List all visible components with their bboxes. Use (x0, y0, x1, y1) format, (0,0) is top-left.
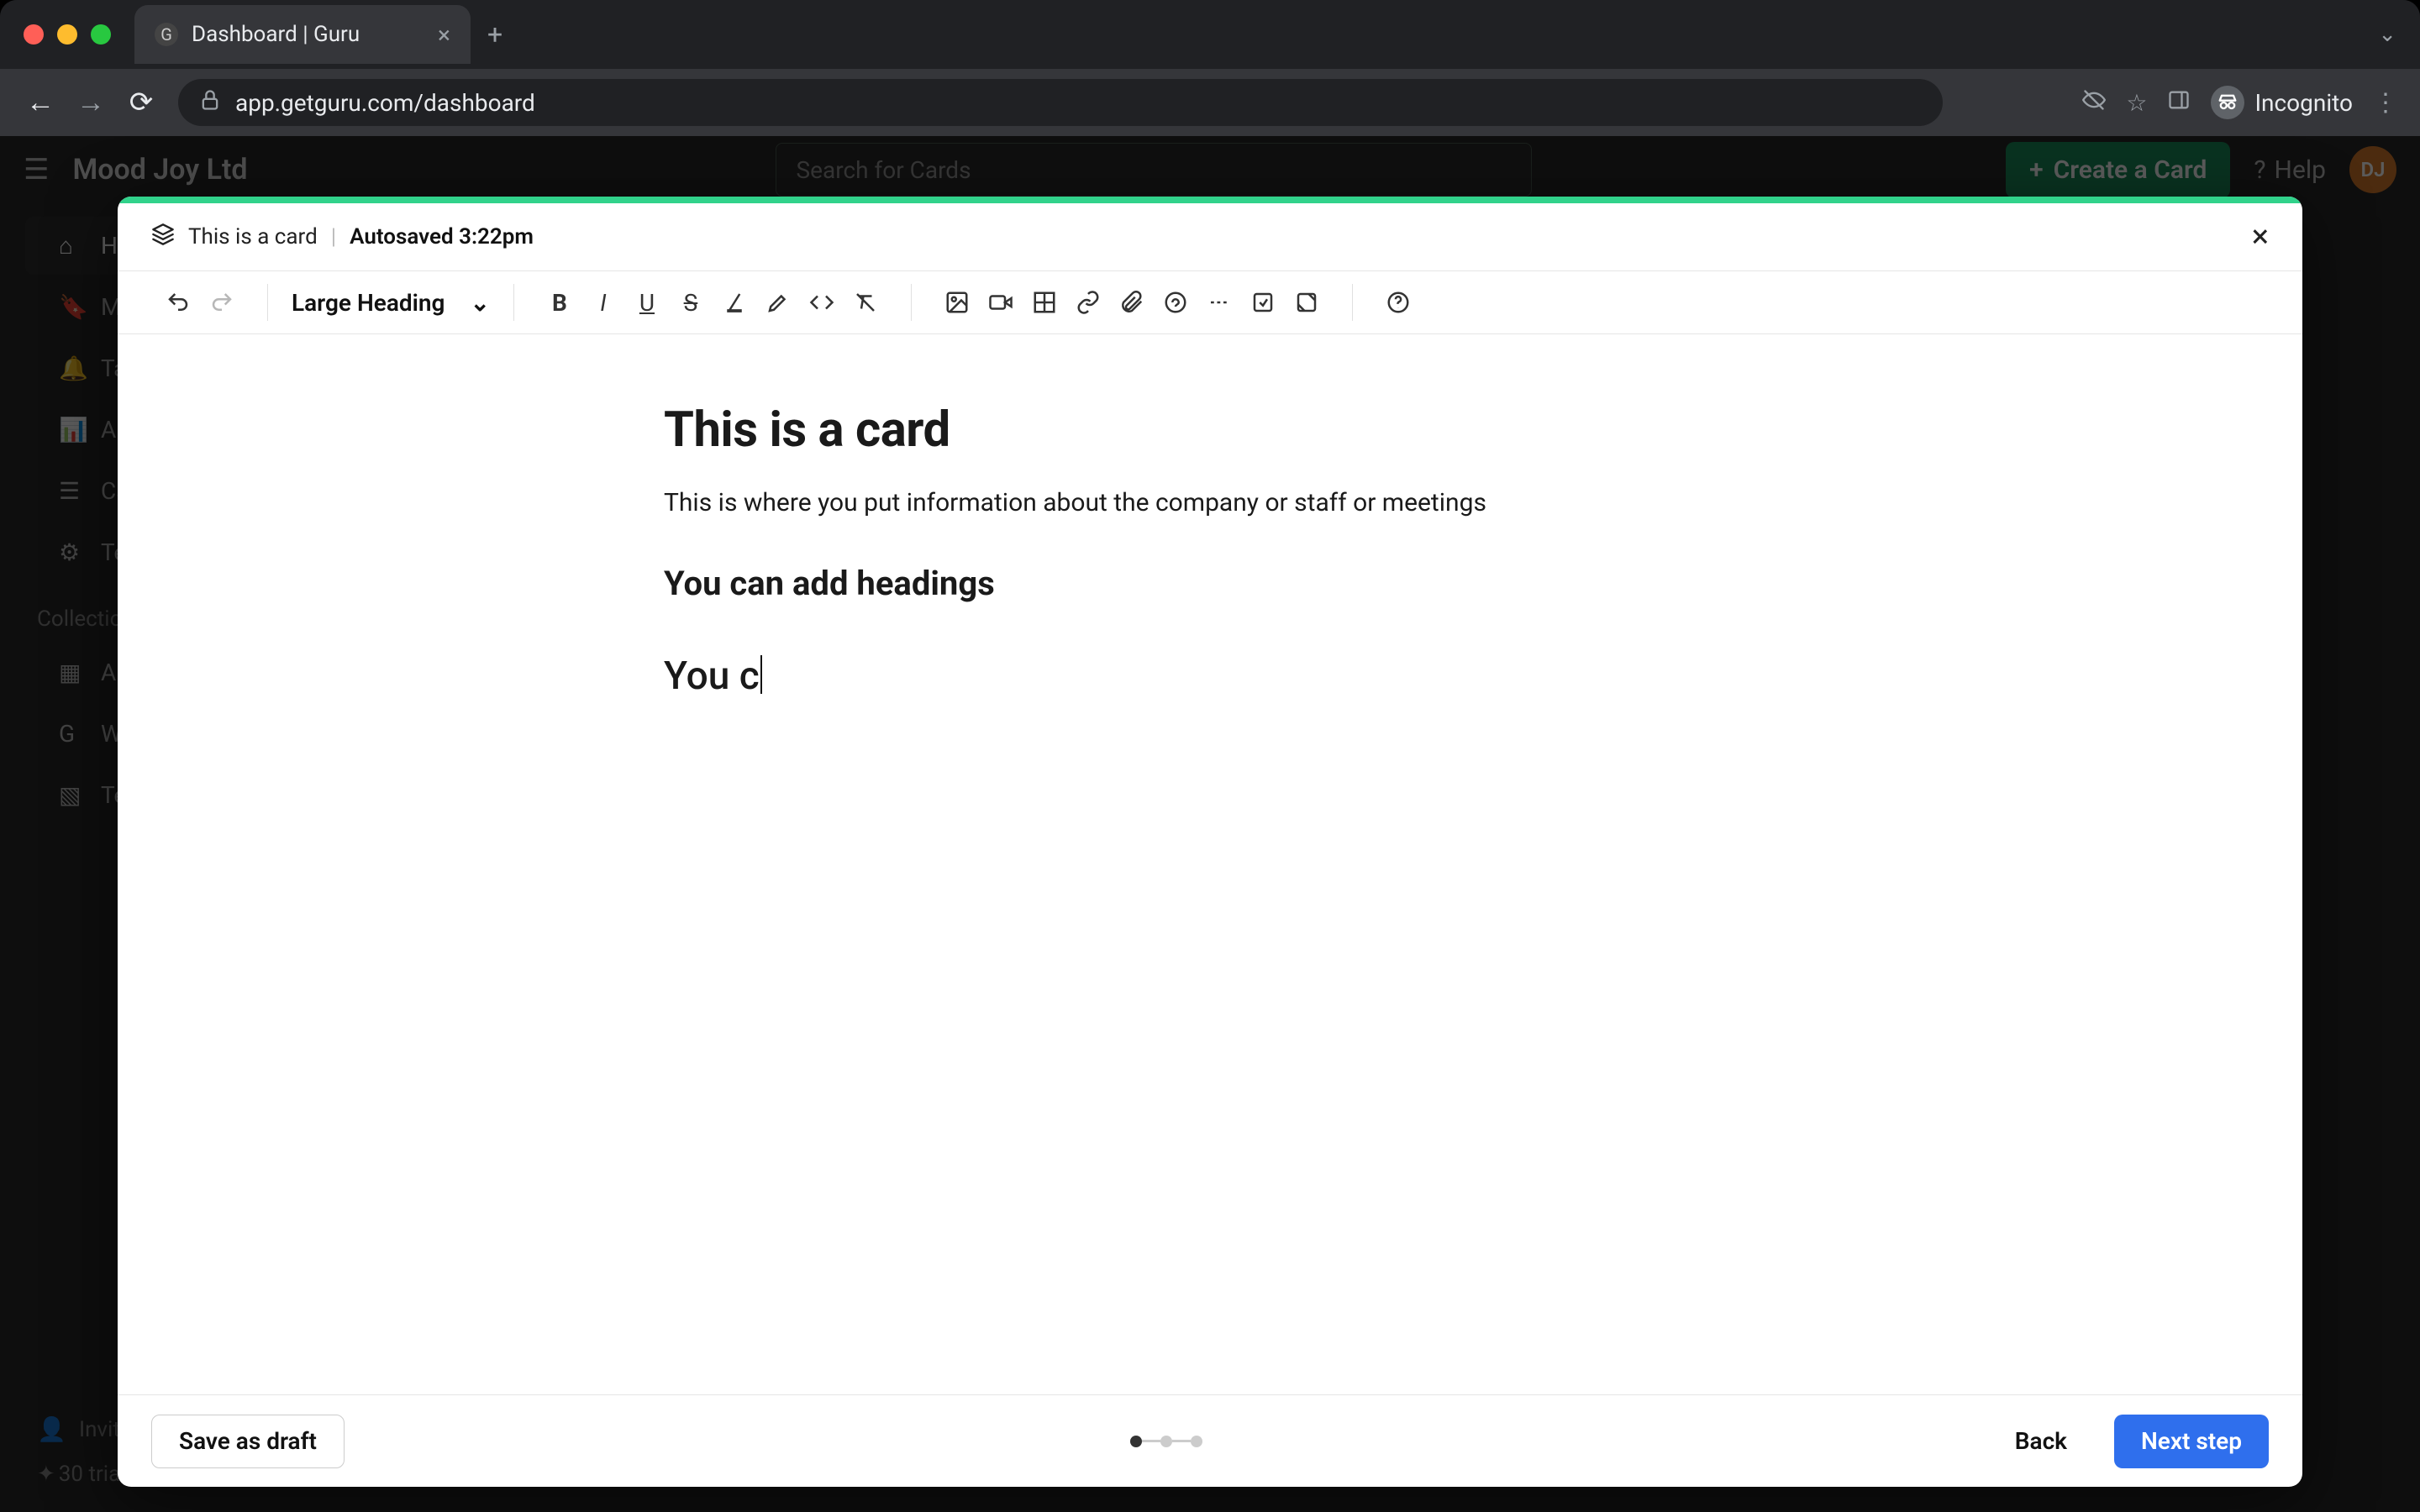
chrome-tab-strip: G Dashboard | Guru × + ⌄ (0, 0, 2420, 69)
guru-card-button[interactable] (1155, 282, 1196, 323)
modal-accent-bar (118, 197, 2302, 203)
divider-button[interactable] (1199, 282, 1239, 323)
bold-button[interactable]: B (539, 282, 580, 323)
browser-menu-icon[interactable]: ⋮ (2373, 88, 2400, 118)
star-icon[interactable]: ☆ (2126, 89, 2147, 117)
card-paragraph[interactable]: This is where you put information about … (664, 484, 1756, 522)
address-bar[interactable]: app.getguru.com/dashboard (178, 79, 1943, 126)
card-heading-2[interactable]: You can add headings (664, 564, 1756, 603)
block-button[interactable] (1243, 282, 1283, 323)
tab-title: Dashboard | Guru (192, 22, 360, 47)
iframe-button[interactable] (1286, 282, 1327, 323)
highlight-button[interactable] (758, 282, 798, 323)
italic-button[interactable]: I (583, 282, 623, 323)
back-button[interactable]: ← (20, 86, 60, 119)
incognito-label: Incognito (2254, 89, 2353, 117)
fullscreen-window-icon[interactable] (91, 24, 111, 45)
chrome-toolbar: ← → ⟳ app.getguru.com/dashboard ☆ Incogn… (0, 69, 2420, 136)
card-editing-line[interactable]: You c (664, 654, 760, 699)
next-step-label: Next step (2141, 1427, 2242, 1455)
back-button[interactable]: Back (1988, 1415, 2094, 1468)
browser-window: G Dashboard | Guru × + ⌄ ← → ⟳ app.getgu… (0, 0, 2420, 1512)
breadcrumb-card-title[interactable]: This is a card (188, 224, 318, 249)
new-tab-button[interactable]: + (487, 18, 502, 50)
strikethrough-button[interactable]: S (671, 282, 711, 323)
minimize-window-icon[interactable] (57, 24, 77, 45)
toolbar-help-button[interactable] (1378, 282, 1418, 323)
next-step-button[interactable]: Next step (2114, 1415, 2269, 1468)
browser-tab[interactable]: G Dashboard | Guru × (134, 5, 471, 64)
video-button[interactable] (981, 282, 1021, 323)
clear-format-button[interactable] (845, 282, 886, 323)
modal-footer: Save as draft Back Next step (118, 1394, 2302, 1487)
breadcrumb: This is a card | Autosaved 3:22pm (151, 223, 534, 252)
autosaved-label: Autosaved 3:22pm (350, 224, 534, 249)
breadcrumb-divider: | (331, 224, 336, 249)
save-draft-label: Save as draft (179, 1427, 317, 1455)
text-color-button[interactable] (714, 282, 755, 323)
editor-toolbar: Large Heading ⌄ B I U S (118, 270, 2302, 334)
attachment-button[interactable] (1112, 282, 1152, 323)
close-tab-icon[interactable]: × (438, 21, 450, 49)
url-text: app.getguru.com/dashboard (235, 89, 535, 117)
incognito-chip[interactable]: Incognito (2211, 86, 2353, 119)
chrome-actions: ☆ Incognito ⋮ (2082, 86, 2400, 119)
layers-icon (151, 223, 175, 252)
table-button[interactable] (1024, 282, 1065, 323)
close-modal-button[interactable]: × (2252, 218, 2269, 255)
step-indicator (1130, 1436, 1202, 1447)
back-label: Back (2015, 1427, 2067, 1455)
step-dot-1 (1130, 1436, 1142, 1447)
editor-body[interactable]: This is a card This is where you put inf… (118, 334, 2302, 1394)
underline-button[interactable]: U (627, 282, 667, 323)
text-style-value: Large Heading (292, 289, 445, 317)
document[interactable]: This is a card This is where you put inf… (664, 402, 1756, 699)
image-button[interactable] (937, 282, 977, 323)
window-controls (24, 24, 111, 45)
incognito-icon (2211, 86, 2244, 119)
card-editor-modal: This is a card | Autosaved 3:22pm × Larg… (118, 197, 2302, 1487)
link-button[interactable] (1068, 282, 1108, 323)
chevron-down-icon: ⌄ (470, 289, 489, 317)
panel-icon[interactable] (2167, 88, 2191, 118)
undo-button[interactable] (158, 282, 198, 323)
tab-favicon-icon: G (155, 23, 178, 46)
redo-button[interactable] (202, 282, 242, 323)
step-line (1172, 1440, 1191, 1442)
chevron-down-icon[interactable]: ⌄ (2378, 22, 2396, 47)
eye-off-icon[interactable] (2082, 88, 2106, 118)
step-line (1142, 1440, 1160, 1442)
step-dot-2 (1160, 1436, 1172, 1447)
code-button[interactable] (802, 282, 842, 323)
text-caret (760, 655, 762, 694)
text-style-dropdown[interactable]: Large Heading ⌄ (280, 282, 502, 323)
lock-icon (198, 88, 222, 117)
step-dot-3 (1191, 1436, 1202, 1447)
modal-header: This is a card | Autosaved 3:22pm × (118, 203, 2302, 270)
reload-button[interactable]: ⟳ (121, 86, 161, 119)
card-title[interactable]: This is a card (664, 402, 1756, 459)
close-window-icon[interactable] (24, 24, 44, 45)
save-draft-button[interactable]: Save as draft (151, 1415, 345, 1468)
forward-button[interactable]: → (71, 86, 111, 119)
app-viewport: ☰ Mood Joy Ltd Search for Cards + Create… (0, 136, 2420, 1512)
